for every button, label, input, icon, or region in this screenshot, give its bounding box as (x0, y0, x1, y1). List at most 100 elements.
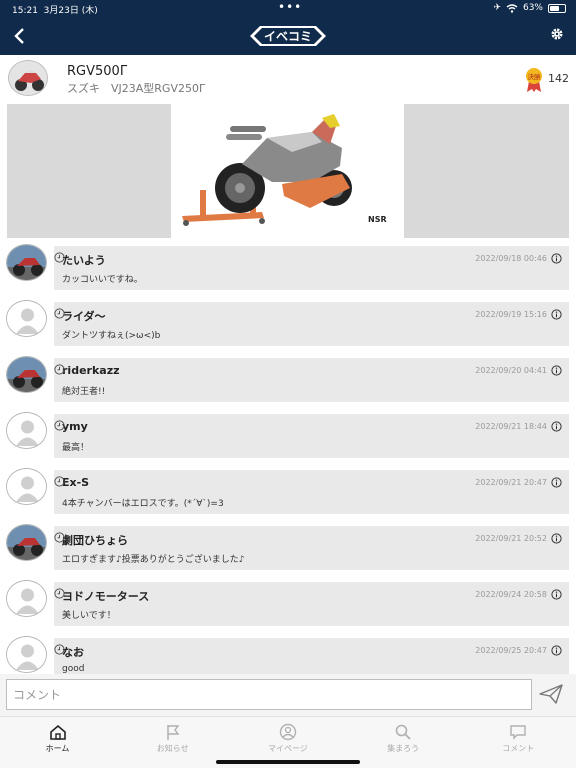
comment-avatar[interactable] (6, 244, 47, 281)
comment-date: 2022/09/25 20:47 (475, 646, 547, 655)
settings-button[interactable] (548, 27, 566, 45)
comment-text: good (62, 664, 85, 674)
comment-date: 2022/09/20 04:41 (475, 366, 547, 375)
clock-icon (54, 308, 65, 319)
photo-placeholder-left[interactable] (7, 104, 171, 238)
battery-percent: 63% (522, 3, 543, 13)
tab-label: 集まろう (387, 744, 420, 753)
clock-icon (54, 420, 65, 431)
info-icon[interactable] (551, 421, 562, 432)
wifi-icon (506, 3, 518, 13)
logo-text: イベコミ (264, 30, 312, 44)
person-icon (279, 723, 297, 741)
motorcycle-thumbnail (9, 61, 47, 95)
motorcycle-illustration: NSR (172, 104, 404, 238)
tab-person[interactable]: マイページ (230, 721, 345, 761)
default-avatar-icon (7, 469, 46, 504)
tab-home[interactable]: ホーム (0, 721, 115, 761)
flag-icon (166, 725, 180, 740)
info-icon[interactable] (551, 533, 562, 544)
tab-label: マイページ (267, 744, 308, 753)
avatar-photo (7, 357, 46, 392)
clock-icon (54, 532, 65, 543)
comment-item[interactable]: ライダ〜 ダントツすねぇ(>ω<)b 2022/09/19 15:16 (0, 300, 576, 348)
photo-carousel[interactable]: NSR (7, 104, 569, 238)
info-icon[interactable] (551, 253, 562, 264)
default-avatar-icon (7, 413, 46, 448)
comment-item[interactable]: ヨドノモータース 美しいです！ 2022/09/24 20:58 (0, 580, 576, 628)
comment-item[interactable]: Ex-S 4本チャンバーはエロスです。(*´∀`)=3 2022/09/21 20:… (0, 468, 576, 516)
comment-item[interactable]: たいよう カッコいいですね。 2022/09/18 00:46 (0, 244, 576, 292)
gear-icon (551, 28, 563, 40)
airplane-icon: ✈ (493, 3, 501, 13)
home-indicator (216, 760, 360, 764)
app-logo[interactable]: イベコミ (250, 23, 326, 49)
motorcycle-photo[interactable]: NSR (172, 104, 404, 238)
comment-text: 最高！ (62, 443, 90, 453)
multitask-dots[interactable]: ••• (278, 0, 302, 14)
comment-date: 2022/09/24 20:58 (475, 590, 547, 599)
comment-list[interactable]: たいよう カッコいいですね。 2022/09/18 00:46 ライダ〜 ダントツすねぇ… (0, 244, 576, 674)
default-avatar-icon (7, 581, 46, 616)
comment-author[interactable]: なお (62, 644, 84, 660)
comment-author[interactable]: ヨドノモータース (62, 588, 149, 604)
default-avatar-icon (7, 637, 46, 672)
comment-author[interactable]: ライダ〜 (62, 308, 106, 324)
info-icon[interactable] (551, 477, 562, 488)
comment-date: 2022/09/21 18:44 (475, 422, 547, 431)
comment-author[interactable]: 劇団ひちょら (62, 532, 128, 548)
comment-bubble: ymy 最高！ 2022/09/21 18:44 (54, 414, 569, 458)
info-icon[interactable] (551, 645, 562, 656)
comment-avatar[interactable] (6, 412, 47, 449)
comment-item[interactable]: なお good 2022/09/25 20:47 (0, 636, 576, 674)
comment-item[interactable]: 劇団ひちょらエロすぎます♪投票ありがとうございました♪ 2022/09/21 20… (0, 524, 576, 572)
comment-bubble: たいよう カッコいいですね。 2022/09/18 00:46 (54, 246, 569, 290)
event-subtitle: スズキ VJ23A型RGV250Γ (67, 82, 206, 95)
stand-brand-text: NSR (368, 215, 387, 224)
comment-author[interactable]: riderkazz (62, 364, 120, 377)
tab-search[interactable]: 集まろう (346, 721, 461, 761)
status-bar: 15:21 3月23日 (木) ••• ✈ 63% (0, 0, 576, 18)
vote-count: 142 (548, 72, 569, 85)
comment-text: エロすぎます♪投票ありがとうございました♪ (62, 555, 245, 565)
comment-bubble: なお good 2022/09/25 20:47 (54, 638, 569, 674)
back-button[interactable] (8, 24, 32, 48)
comment-avatar[interactable] (6, 524, 47, 561)
status-time: 15:21 3月23日 (木) (12, 6, 98, 16)
finalist-badge-icon: 決勝 (526, 68, 542, 92)
status-right: ✈ 63% (493, 3, 566, 13)
battery-icon (548, 3, 566, 13)
comment-avatar[interactable] (6, 580, 47, 617)
comment-author[interactable]: たいよう (62, 252, 106, 268)
tab-label: コメント (502, 744, 535, 753)
avatar-photo (7, 525, 46, 560)
comment-icon (510, 725, 526, 740)
battery-fill (550, 5, 559, 11)
info-icon[interactable] (551, 365, 562, 376)
clock-icon (54, 252, 65, 263)
comment-input[interactable] (6, 679, 532, 710)
avatar-photo (7, 245, 46, 280)
comment-date: 2022/09/21 20:52 (475, 534, 547, 543)
info-icon[interactable] (551, 309, 562, 320)
comment-avatar[interactable] (6, 356, 47, 393)
tab-flag[interactable]: お知らせ (115, 721, 230, 761)
comment-bubble: Ex-S 4本チャンバーはエロスです。(*´∀`)=3 2022/09/21 20:… (54, 470, 569, 514)
info-icon[interactable] (551, 589, 562, 600)
comment-bubble: riderkazz 絶対王者!! 2022/09/20 04:41 (54, 358, 569, 402)
event-avatar[interactable] (8, 60, 48, 96)
tab-comment[interactable]: コメント (461, 721, 576, 761)
comment-avatar[interactable] (6, 300, 47, 337)
comment-author[interactable]: Ex-S (62, 476, 89, 489)
comment-author[interactable]: ymy (62, 420, 88, 433)
comment-input-bar (0, 674, 576, 716)
comment-avatar[interactable] (6, 636, 47, 673)
comment-date: 2022/09/21 20:47 (475, 478, 547, 487)
photo-placeholder-right[interactable] (404, 104, 569, 238)
send-button[interactable] (538, 682, 564, 706)
comment-item[interactable]: ymy 最高！ 2022/09/21 18:44 (0, 412, 576, 460)
nav-bar: イベコミ (0, 18, 576, 55)
comment-avatar[interactable] (6, 468, 47, 505)
comment-item[interactable]: riderkazz 絶対王者!! 2022/09/20 04:41 (0, 356, 576, 404)
comment-text: 4本チャンバーはエロスです。(*´∀`)=3 (62, 499, 224, 509)
